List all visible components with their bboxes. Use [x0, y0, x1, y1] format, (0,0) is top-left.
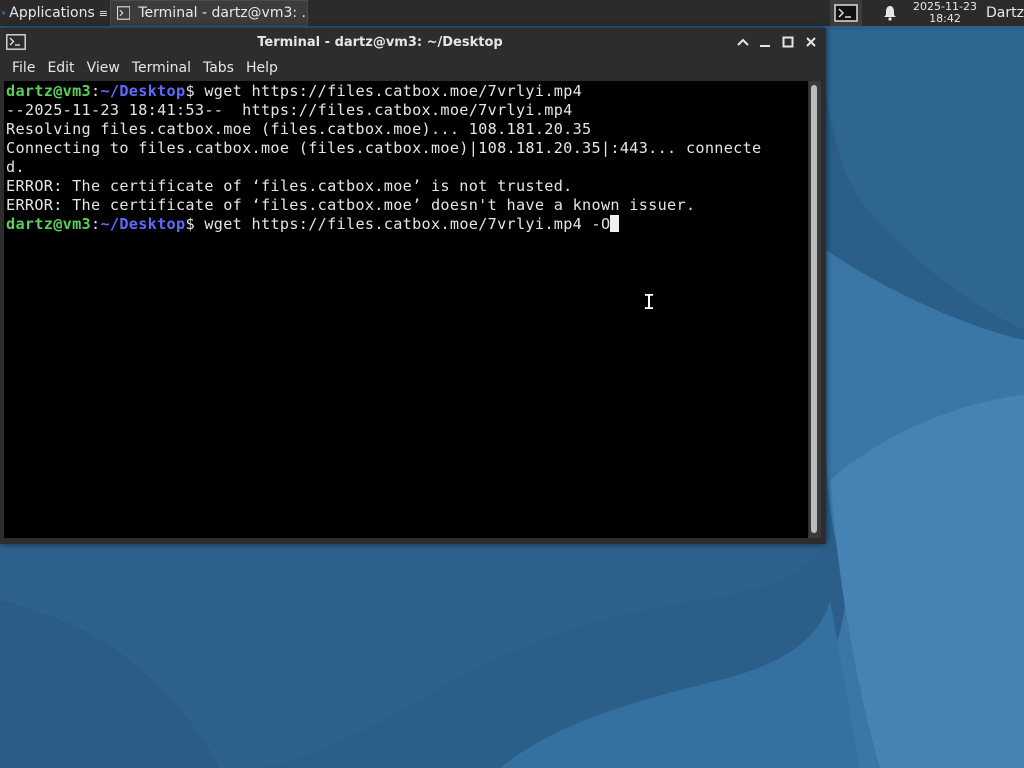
taskbar-terminal-button[interactable]: Terminal - dartz@vm3: ... — [110, 0, 308, 26]
menu-bar: File Edit View Terminal Tabs Help — [0, 56, 826, 80]
terminal-launcher-icon — [834, 4, 858, 22]
mouse-ibeam-icon: I — [643, 290, 656, 314]
top-panel: Applications ≡ Terminal - dartz@vm3: ...… — [0, 0, 1024, 26]
terminal-scrollbar[interactable] — [809, 81, 821, 538]
window-title: Terminal - dartz@vm3: ~/Desktop — [257, 35, 503, 50]
menu-view[interactable]: View — [81, 60, 126, 76]
terminal-text: dartz@vm3:~/Desktop$ wget https://files.… — [6, 82, 762, 234]
clock-time: 18:42 — [929, 12, 961, 25]
minimize-button[interactable] — [757, 34, 773, 50]
close-icon — [806, 37, 816, 47]
output-line: d. — [6, 158, 25, 176]
output-line: Resolving files.catbox.moe (files.catbox… — [6, 120, 592, 138]
scrollbar-thumb[interactable] — [811, 85, 817, 533]
maximize-icon — [782, 36, 794, 48]
menu-tabs[interactable]: Tabs — [197, 60, 240, 76]
notifications-button[interactable] — [880, 0, 900, 26]
text-cursor — [610, 215, 620, 232]
chevron-up-icon — [737, 38, 749, 46]
command-input[interactable]: wget https://files.catbox.moe/7vrlyi.mp4… — [204, 215, 610, 233]
output-line: ERROR: The certificate of ‘files.catbox.… — [6, 177, 573, 195]
terminal-window: Terminal - dartz@vm3: ~/Desktop File Edi… — [0, 28, 826, 544]
user-name: Dartz — [986, 5, 1024, 21]
taskbar-terminal-label: Terminal - dartz@vm3: ... — [138, 5, 307, 21]
user-menu[interactable]: Dartz — [986, 0, 1024, 26]
command-line-2: dartz@vm3:~/Desktop$ wget https://files.… — [6, 215, 762, 234]
applications-menu-button[interactable]: Applications ≡ — [0, 0, 108, 26]
maximize-button[interactable] — [780, 34, 796, 50]
menu-arrow-icon: ≡ — [98, 6, 108, 20]
prompt-symbol: $ — [185, 215, 205, 233]
output-line: ERROR: The certificate of ‘files.catbox.… — [6, 196, 696, 214]
prompt-symbol: $ — [185, 82, 205, 100]
prompt-path: ~/Desktop — [100, 215, 186, 233]
bell-icon — [884, 6, 896, 21]
output-line: --2025-11-23 18:41:53-- https://files.ca… — [6, 101, 573, 119]
panel-terminal-launcher[interactable] — [830, 0, 862, 26]
close-button[interactable] — [803, 34, 819, 50]
clock[interactable]: 2025-11-23 18:42 — [908, 0, 982, 26]
prompt-user: dartz@vm3 — [6, 215, 91, 233]
menu-edit[interactable]: Edit — [41, 60, 80, 76]
terminal-output-area[interactable]: dartz@vm3:~/Desktop$ wget https://files.… — [4, 81, 808, 538]
applications-label: Applications — [9, 5, 95, 21]
roll-up-button[interactable] — [735, 34, 751, 50]
window-titlebar[interactable]: Terminal - dartz@vm3: ~/Desktop — [0, 28, 826, 56]
command-line-1: dartz@vm3:~/Desktop$ wget https://files.… — [6, 82, 762, 101]
menu-file[interactable]: File — [0, 60, 41, 76]
minimize-icon — [760, 45, 770, 47]
terminal-icon — [117, 6, 131, 20]
xfce-logo-icon — [2, 11, 6, 15]
prompt-user: dartz@vm3 — [6, 82, 91, 100]
prompt-path: ~/Desktop — [100, 82, 186, 100]
menu-help[interactable]: Help — [240, 60, 284, 76]
menu-terminal[interactable]: Terminal — [126, 60, 197, 76]
output-line: Connecting to files.catbox.moe (files.ca… — [6, 139, 762, 157]
command-text: wget https://files.catbox.moe/7vrlyi.mp4 — [204, 82, 583, 100]
